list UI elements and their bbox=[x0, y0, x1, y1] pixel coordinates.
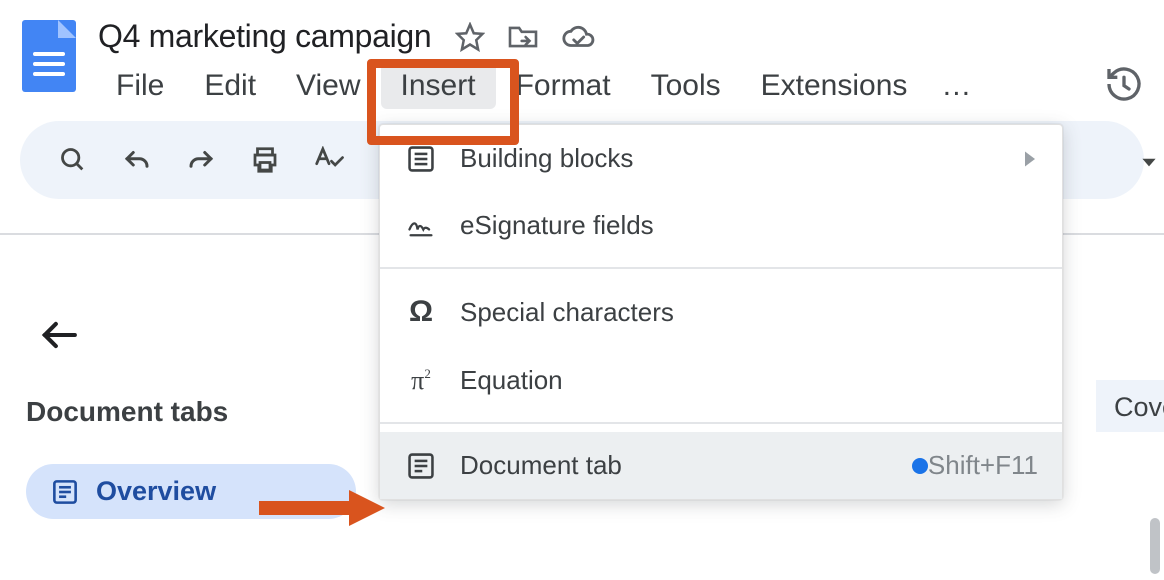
sidebar-heading: Document tabs bbox=[26, 396, 380, 428]
menu-insert[interactable]: Insert bbox=[381, 63, 496, 109]
menu-item-building-blocks[interactable]: Building blocks bbox=[380, 125, 1062, 192]
redo-icon[interactable] bbox=[174, 138, 228, 182]
building-blocks-icon bbox=[400, 145, 442, 173]
new-feature-dot bbox=[912, 458, 928, 474]
esignature-icon bbox=[400, 213, 442, 239]
docs-logo[interactable] bbox=[22, 20, 76, 92]
spellcheck-icon[interactable] bbox=[302, 138, 356, 182]
cloud-saved-icon[interactable] bbox=[561, 24, 595, 50]
menu-item-label: Document tab bbox=[460, 450, 894, 481]
document-tabs-sidebar: Document tabs Overview bbox=[0, 320, 380, 519]
sidebar-tab-label: Overview bbox=[96, 476, 216, 507]
menubar: File Edit View Insert Format Tools Exten… bbox=[96, 63, 1154, 109]
menu-format[interactable]: Format bbox=[496, 63, 631, 109]
toolbar-overflow-icon[interactable] bbox=[1138, 151, 1160, 173]
undo-icon[interactable] bbox=[110, 138, 164, 182]
version-history-icon[interactable] bbox=[1104, 64, 1144, 104]
insert-menu-dropdown: Building blocks eSignature fields Ω Spec… bbox=[379, 124, 1063, 500]
menu-edit[interactable]: Edit bbox=[184, 63, 276, 109]
doc-tab-icon bbox=[52, 479, 78, 505]
cover-stub: Cove bbox=[1096, 380, 1164, 432]
menu-item-special-characters[interactable]: Ω Special characters bbox=[380, 277, 1062, 347]
doc-title[interactable]: Q4 marketing campaign bbox=[96, 16, 433, 57]
star-icon[interactable] bbox=[455, 22, 485, 52]
menu-item-document-tab[interactable]: Document tab Shift+F11 bbox=[380, 432, 1062, 499]
menu-extensions[interactable]: Extensions bbox=[741, 63, 928, 109]
search-icon[interactable] bbox=[46, 138, 100, 182]
menu-item-equation[interactable]: π2 Equation bbox=[380, 347, 1062, 414]
menu-item-label: Building blocks bbox=[460, 143, 1022, 174]
move-folder-icon[interactable] bbox=[507, 24, 539, 50]
sidebar-tab-overview[interactable]: Overview bbox=[26, 464, 356, 519]
menu-item-label: Equation bbox=[460, 365, 1038, 396]
pi-icon: π2 bbox=[400, 366, 442, 396]
menu-file[interactable]: File bbox=[96, 63, 184, 109]
menu-item-esignature-fields[interactable]: eSignature fields bbox=[380, 192, 1062, 259]
back-arrow-icon[interactable] bbox=[40, 320, 380, 350]
menu-item-shortcut: Shift+F11 bbox=[928, 450, 1038, 481]
menu-item-label: Special characters bbox=[460, 297, 1038, 328]
menu-view[interactable]: View bbox=[276, 63, 380, 109]
menu-more[interactable]: … bbox=[927, 63, 988, 109]
print-icon[interactable] bbox=[238, 138, 292, 182]
omega-icon: Ω bbox=[400, 295, 442, 329]
scrollbar-thumb[interactable] bbox=[1150, 518, 1160, 574]
doc-tab-icon bbox=[400, 452, 442, 480]
menu-tools[interactable]: Tools bbox=[631, 63, 741, 109]
submenu-chevron-icon bbox=[1022, 149, 1038, 169]
menu-item-label: eSignature fields bbox=[460, 210, 1038, 241]
